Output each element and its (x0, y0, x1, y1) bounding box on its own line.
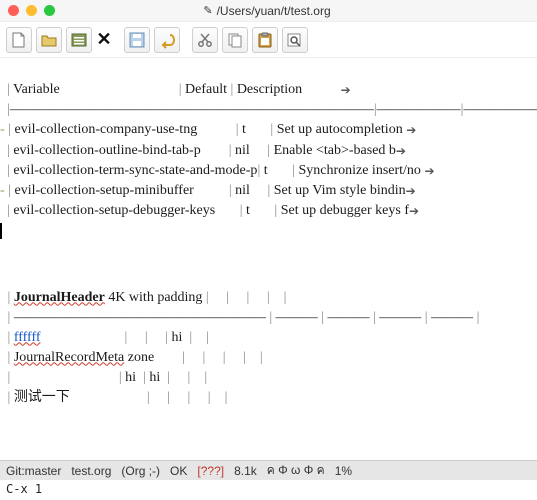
git-segment: Git:master (6, 464, 61, 478)
undo-button[interactable] (154, 27, 180, 53)
new-file-button[interactable] (6, 27, 32, 53)
size-segment: 8.1k (234, 464, 257, 478)
modeline: Git:master test.org (Org ;-) OK [???] 8.… (0, 460, 537, 480)
search-button[interactable] (282, 27, 308, 53)
cell-journalheader: JournalHeader (14, 290, 105, 305)
modified-icon: ✎ (203, 4, 212, 17)
paste-button[interactable] (252, 27, 278, 53)
file-segment: test.org (71, 464, 111, 478)
open-file-button[interactable] (36, 27, 62, 53)
titlebar: ✎ /Users/yuan/t/test.org (0, 0, 537, 22)
dired-button[interactable] (66, 27, 92, 53)
cut-button[interactable] (192, 27, 218, 53)
echo-text: C-x 1 (6, 482, 42, 496)
window-min-button[interactable] (26, 5, 37, 16)
window-path: /Users/yuan/t/test.org (217, 4, 331, 18)
copy-button[interactable] (222, 27, 248, 53)
cell-journalrecordmeta: JournalRecordMeta (14, 350, 124, 365)
buffer-area[interactable]: | Variable | Default | Description ➔ |——… (0, 58, 537, 460)
percent-segment: 1% (335, 464, 352, 478)
kill-buffer-button[interactable]: ✕ (96, 29, 112, 50)
minibuffer[interactable]: C-x 1 (0, 480, 537, 500)
flycheck-unknown: [???] (197, 464, 224, 478)
window-max-button[interactable] (44, 5, 55, 16)
mode-segment: (Org ;-) (121, 464, 160, 478)
toolbar: ✕ (0, 22, 537, 58)
window-close-button[interactable] (8, 5, 19, 16)
window-title: ✎ /Users/yuan/t/test.org (55, 4, 479, 18)
flycheck-ok: OK (170, 464, 187, 478)
nyan-segment: ค Φ ω Φ ค (267, 461, 325, 480)
save-button[interactable] (124, 27, 150, 53)
cell-ffffff: ffffff (14, 330, 41, 345)
text-cursor (0, 223, 2, 239)
